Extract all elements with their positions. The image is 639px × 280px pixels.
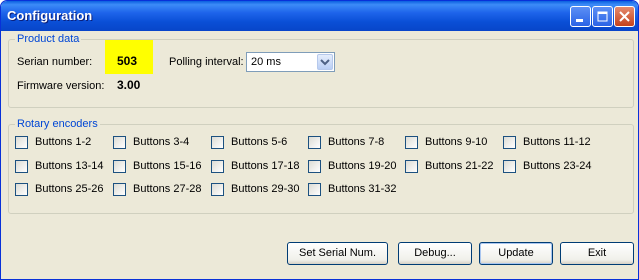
checkbox-label: Buttons 1-2 [35, 136, 92, 148]
checkbox[interactable] [113, 183, 126, 196]
checkbox[interactable] [308, 183, 321, 196]
checkbox[interactable] [405, 136, 418, 149]
checkbox-label: Buttons 7-8 [328, 136, 385, 148]
checkbox-label: Buttons 3-4 [133, 136, 190, 148]
checkbox[interactable] [503, 160, 516, 173]
checkbox[interactable] [15, 136, 28, 149]
set-serial-button[interactable]: Set Serial Num. [287, 242, 388, 265]
product-data-legend: Product data [15, 33, 82, 45]
checkbox-label: Buttons 9-10 [425, 136, 488, 148]
checkbox-label: Buttons 13-14 [35, 160, 104, 172]
checkbox-label: Buttons 27-28 [133, 183, 202, 195]
checkbox-label: Buttons 5-6 [231, 136, 288, 148]
checkbox-label: Buttons 21-22 [425, 160, 494, 172]
exit-button[interactable]: Exit [560, 242, 634, 265]
checkbox[interactable] [211, 136, 224, 149]
checkbox[interactable] [211, 160, 224, 173]
chevron-down-icon [320, 59, 330, 66]
checkbox-label: Buttons 29-30 [231, 183, 300, 195]
dropdown-arrow-button[interactable] [317, 54, 333, 70]
client-area: Product data Serian number: 503 Firmware… [4, 31, 635, 276]
configuration-window: Configuration Product data Serian number… [0, 0, 639, 280]
checkbox[interactable] [113, 136, 126, 149]
checkbox-label: Buttons 17-18 [231, 160, 300, 172]
firmware-version-label: Firmware version: [17, 80, 105, 92]
checkbox-label: Buttons 25-26 [35, 183, 104, 195]
checkbox-label: Buttons 23-24 [523, 160, 592, 172]
checkbox[interactable] [503, 136, 516, 149]
maximize-icon [597, 11, 608, 22]
title-bar[interactable]: Configuration [1, 1, 638, 31]
checkbox-label: Buttons 11-12 [523, 136, 591, 148]
polling-interval-label: Polling interval: [169, 56, 244, 68]
close-icon [619, 11, 630, 22]
checkbox[interactable] [113, 160, 126, 173]
product-data-group: Product data Serian number: 503 Firmware… [8, 33, 634, 108]
polling-interval-select[interactable]: 20 ms [246, 52, 335, 72]
firmware-version-value: 3.00 [117, 78, 141, 92]
checkbox[interactable] [15, 183, 28, 196]
rotary-encoders-legend: Rotary encoders [15, 118, 100, 130]
checkbox[interactable] [308, 136, 321, 149]
checkbox[interactable] [15, 160, 28, 173]
checkbox[interactable] [211, 183, 224, 196]
minimize-button[interactable] [570, 6, 591, 27]
minimize-icon [576, 19, 583, 22]
checkbox-label: Buttons 31-32 [328, 183, 397, 195]
checkbox[interactable] [405, 160, 418, 173]
checkbox-label: Buttons 19-20 [328, 160, 397, 172]
close-button[interactable] [614, 6, 635, 27]
checkbox-label: Buttons 15-16 [133, 160, 202, 172]
update-button[interactable]: Update [479, 242, 553, 265]
polling-interval-value: 20 ms [251, 56, 281, 68]
checkbox[interactable] [308, 160, 321, 173]
serial-number-value: 503 [117, 54, 138, 68]
rotary-encoders-group: Rotary encoders Buttons 1-2 Buttons 3-4 Bu… [8, 118, 634, 214]
serial-number-label: Serian number: [17, 56, 93, 68]
maximize-button[interactable] [592, 6, 613, 27]
debug-button[interactable]: Debug... [398, 242, 472, 265]
window-title: Configuration [7, 8, 93, 23]
